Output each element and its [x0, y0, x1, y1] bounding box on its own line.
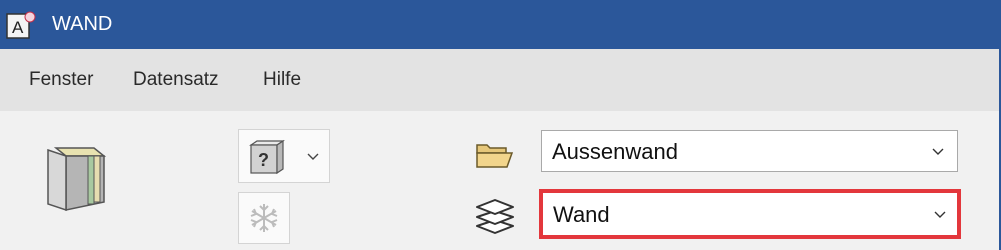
catalog-combobox-value: Aussenwand [552, 139, 678, 164]
snowflake-button[interactable] [238, 192, 290, 244]
folder-open-icon [476, 144, 514, 168]
menu-item-hilfe[interactable]: Hilfe [263, 69, 301, 91]
question-block-icon: ? [249, 139, 285, 175]
svg-text:A: A [12, 18, 24, 37]
chevron-down-icon [932, 148, 944, 155]
wall-book-icon [47, 147, 107, 212]
window-title: WAND [52, 13, 113, 35]
menu-item-datensatz[interactable]: Datensatz [133, 69, 219, 91]
snowflake-icon [250, 204, 278, 232]
layer-combobox-value: Wand [553, 202, 610, 227]
svg-text:?: ? [258, 150, 269, 170]
chevron-down-icon [934, 211, 946, 218]
app-icon: A [6, 11, 36, 39]
menu-item-fenster[interactable]: Fenster [29, 69, 93, 91]
layer-combobox[interactable]: Wand [539, 189, 961, 239]
menu-bar: Fenster Datensatz Hilfe [0, 49, 1001, 111]
type-dropdown-button[interactable]: ? [238, 129, 330, 183]
layers-icon [476, 199, 514, 234]
chevron-down-icon [307, 153, 319, 160]
catalog-combobox[interactable]: Aussenwand [541, 130, 958, 172]
title-bar: A WAND [0, 0, 1001, 49]
